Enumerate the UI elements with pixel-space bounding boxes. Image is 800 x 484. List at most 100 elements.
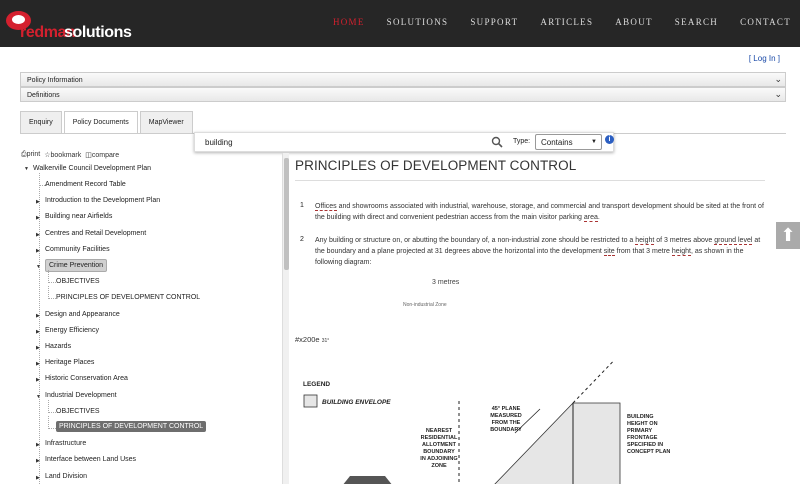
top-bar: redman solutions HOME SOLUTIONS SUPPORT … [0,0,800,47]
legend-swatch [303,394,318,408]
tree-item[interactable]: OBJECTIVES [56,278,100,285]
accordion-policy-information[interactable]: Policy Information ⌄ [20,72,786,87]
tree-connector [48,298,56,300]
label-frontage: FRONTAGE [627,435,658,441]
collapse-arrow-icon[interactable]: ▼ [24,166,29,172]
diagram-label-non-industrial-zone: Non-industrial Zone [403,302,447,308]
info-icon[interactable]: i [605,135,614,144]
nav-articles[interactable]: ARTICLES [540,17,593,27]
tree-item[interactable]: Community Facilities [45,246,110,253]
expand-arrow-icon[interactable]: ▶ [36,313,40,319]
tree-item[interactable]: Crime Prevention [45,259,108,272]
bookmark-label: bookmark [50,152,82,159]
title-divider [295,180,765,181]
label-allotment: ALLOTMENT [422,442,457,448]
expand-arrow-icon[interactable]: ▶ [36,329,40,335]
nav-contact[interactable]: CONTACT [740,17,791,27]
expand-arrow-icon[interactable]: ▶ [36,377,40,383]
chevron-down-icon: ⌄ [774,89,782,99]
tab-policy-documents[interactable]: Policy Documents [63,111,138,134]
legend-title: LEGEND [303,381,330,388]
search-bar: building Type: Contains ▼ i [194,132,614,152]
tree-root[interactable]: Walkerville Council Development Plan [33,165,151,172]
redman-logo[interactable]: redman solutions [6,9,156,41]
tab-enquiry[interactable]: Enquiry [20,111,62,133]
tree-scrollbar[interactable] [282,153,289,484]
nav-search[interactable]: SEARCH [675,17,718,27]
nav-home[interactable]: HOME [333,17,365,27]
content-panel: PRINCIPLES OF DEVELOPMENT CONTROL 1 Offi… [295,153,770,484]
definition-link[interactable]: Offices [315,203,337,211]
tree-item[interactable]: Land Division [45,473,87,480]
definition-link[interactable]: area [583,214,598,222]
expand-arrow-icon[interactable]: ▶ [36,361,40,367]
building-envelope-diagram: LEGEND BUILDING ENVELOPE NEAREST RESIDEN… [303,361,670,484]
tree-item[interactable]: Heritage Places [45,359,94,366]
collapse-arrow-icon[interactable]: ▼ [36,264,41,270]
scrollbar-thumb[interactable] [284,158,289,270]
logo-text-white: solutions [64,24,132,41]
tree-item[interactable]: Design and Appearance [45,311,120,318]
tree-item[interactable]: Building near Airfields [45,213,112,220]
dropdown-arrow-icon: ▼ [591,139,597,145]
collapse-arrow-icon[interactable]: ▼ [36,394,41,400]
definition-link[interactable]: site [603,248,615,256]
tab-mapviewer[interactable]: MapViewer [139,111,193,133]
expand-arrow-icon[interactable]: ▶ [36,215,40,221]
tree-item[interactable]: Hazards [45,343,71,350]
diagram-ref-text: #x200e [295,335,320,344]
expand-arrow-icon[interactable]: ▶ [36,345,40,351]
para-text: and showrooms associated with industrial… [315,203,764,221]
tree-item[interactable]: Centres and Retail Development [45,230,146,237]
compare-button[interactable]: ◫compare [85,151,119,159]
label-nearest: NEAREST [426,428,453,434]
para-text: from that 3 metre [614,248,672,255]
label-from-the: FROM THE [492,420,521,426]
type-select[interactable]: Contains ▼ [535,134,602,150]
page-title: PRINCIPLES OF DEVELOPMENT CONTROL [295,158,577,173]
tree-item[interactable]: OBJECTIVES [56,408,100,415]
tree-item[interactable]: PRINCIPLES OF DEVELOPMENT CONTROL [56,294,200,301]
print-button[interactable]: ⎙print [21,151,40,159]
tree-item[interactable]: Energy Efficiency [45,327,99,334]
para-text: . [597,214,600,221]
para-text: Any building or structure on, or abuttin… [315,237,636,244]
tree-connector [48,428,56,429]
search-icon[interactable] [491,136,503,148]
search-input[interactable]: building [205,138,233,147]
tree-item[interactable]: Amendment Record Table [45,181,126,188]
diagram-label-3-metres: 3 metres [432,279,460,286]
definition-link[interactable]: height [635,237,655,245]
definition-link[interactable]: height [671,248,691,256]
expand-arrow-icon[interactable]: ▶ [36,199,40,205]
tree-item[interactable]: Introduction to the Development Plan [45,197,160,204]
tree-item[interactable]: Infrastructure [45,440,86,447]
label-measured: MEASURED [490,413,522,419]
nav-about[interactable]: ABOUT [615,17,653,27]
login-link[interactable]: [ Log In ] [749,54,780,63]
expand-arrow-icon[interactable]: ▶ [36,458,40,464]
label-zone: ZONE [431,463,447,469]
label-plane-boundary: BOUNDARY [490,427,522,433]
tree-item[interactable]: Industrial Development [45,392,117,399]
expand-arrow-icon[interactable]: ▶ [36,475,40,481]
document-tree: ▼ Walkerville Council Development Plan A… [20,161,282,484]
tree-item[interactable]: PRINCIPLES OF DEVELOPMENT CONTROL [56,421,207,432]
diagram-ref: #x200e 31° [295,335,329,344]
nav-support[interactable]: SUPPORT [470,17,518,27]
definition-link[interactable]: ground level [714,237,753,245]
expand-arrow-icon[interactable]: ▶ [36,442,40,448]
diagram-ref-sup: 31° [321,338,330,344]
expand-arrow-icon[interactable]: ▶ [36,232,40,238]
compare-icon: ◫ [85,152,92,159]
nav-solutions[interactable]: SOLUTIONS [387,17,449,27]
tree-guide-line [48,399,49,413]
accordion-definitions[interactable]: Definitions ⌄ [20,87,786,102]
scroll-to-top-button[interactable]: ⬆ [776,222,800,249]
bookmark-button[interactable]: ☆bookmark [44,151,81,159]
tree-item[interactable]: Interface between Land Uses [45,456,136,463]
tree-item[interactable]: Historic Conservation Area [45,375,128,382]
para-text: of 3 metres above [654,237,715,244]
type-label: Type: [513,138,531,145]
expand-arrow-icon[interactable]: ▶ [36,248,40,254]
